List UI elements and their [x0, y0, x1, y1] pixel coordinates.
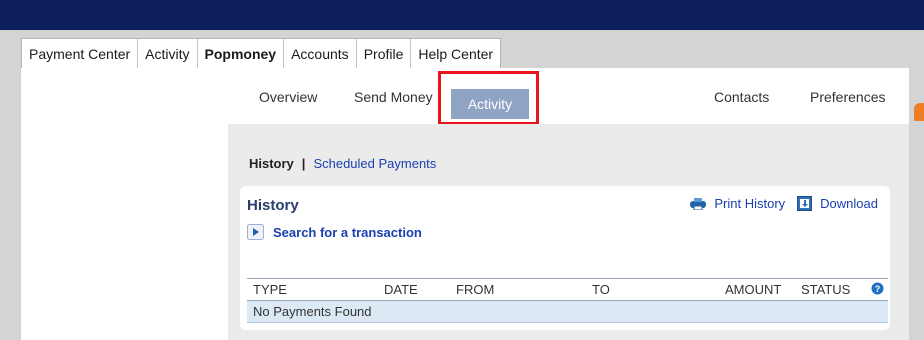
search-transaction-toggle[interactable]: Search for a transaction	[247, 224, 422, 240]
search-transaction-label: Search for a transaction	[273, 224, 422, 240]
top-header-bar	[0, 0, 924, 30]
tab-activity[interactable]: Activity	[138, 39, 198, 69]
highlight-box	[438, 71, 539, 125]
print-history-label: Print History	[714, 196, 786, 211]
tab-accounts[interactable]: Accounts	[284, 39, 357, 69]
activity-content: History | Scheduled Payments History Print…	[228, 124, 909, 340]
main-navigation: Payment Center Activity Popmoney Account…	[21, 38, 502, 69]
history-nav: History | Scheduled Payments	[249, 156, 436, 171]
col-from[interactable]: FROM	[456, 282, 494, 297]
table-header: TYPE DATE FROM TO AMOUNT STATUS ?	[247, 278, 888, 301]
tab-profile[interactable]: Profile	[357, 39, 412, 69]
tab-payment-center[interactable]: Payment Center	[22, 39, 139, 69]
print-history-link[interactable]: Print History	[690, 196, 785, 211]
col-status[interactable]: STATUS	[801, 282, 850, 297]
history-nav-separator: |	[301, 156, 306, 171]
subtab-send-money[interactable]: Send Money	[354, 89, 433, 105]
history-table: TYPE DATE FROM TO AMOUNT STATUS ? No Pay…	[247, 278, 888, 323]
subtab-contacts[interactable]: Contacts	[714, 89, 769, 105]
side-widget-tab[interactable]	[914, 103, 924, 121]
download-label: Download	[820, 196, 878, 211]
play-arrow-icon	[247, 224, 264, 240]
printer-icon	[690, 197, 707, 210]
history-nav-current: History	[249, 156, 294, 171]
download-icon	[797, 196, 813, 211]
history-actions: Print History Download	[678, 196, 878, 211]
history-title: History	[247, 197, 299, 214]
scheduled-payments-link[interactable]: Scheduled Payments	[313, 156, 436, 171]
subtab-overview[interactable]: Overview	[259, 89, 317, 105]
col-type[interactable]: TYPE	[253, 282, 287, 297]
subtab-preferences[interactable]: Preferences	[810, 89, 885, 105]
tab-popmoney[interactable]: Popmoney	[198, 39, 285, 69]
main-panel: Overview Send Money Activity Contacts Pr…	[21, 68, 909, 340]
svg-text:?: ?	[875, 284, 881, 294]
tab-help-center[interactable]: Help Center	[411, 39, 500, 69]
no-payments-row: No Payments Found	[247, 301, 888, 323]
history-card: History Print History Download Search fo…	[240, 186, 890, 330]
col-date[interactable]: DATE	[384, 282, 418, 297]
download-link[interactable]: Download	[797, 196, 878, 211]
popmoney-subnav: Overview Send Money Activity Contacts Pr…	[21, 68, 909, 125]
col-to[interactable]: TO	[592, 282, 610, 297]
help-question-icon[interactable]: ?	[871, 282, 884, 295]
col-amount[interactable]: AMOUNT	[725, 282, 781, 297]
